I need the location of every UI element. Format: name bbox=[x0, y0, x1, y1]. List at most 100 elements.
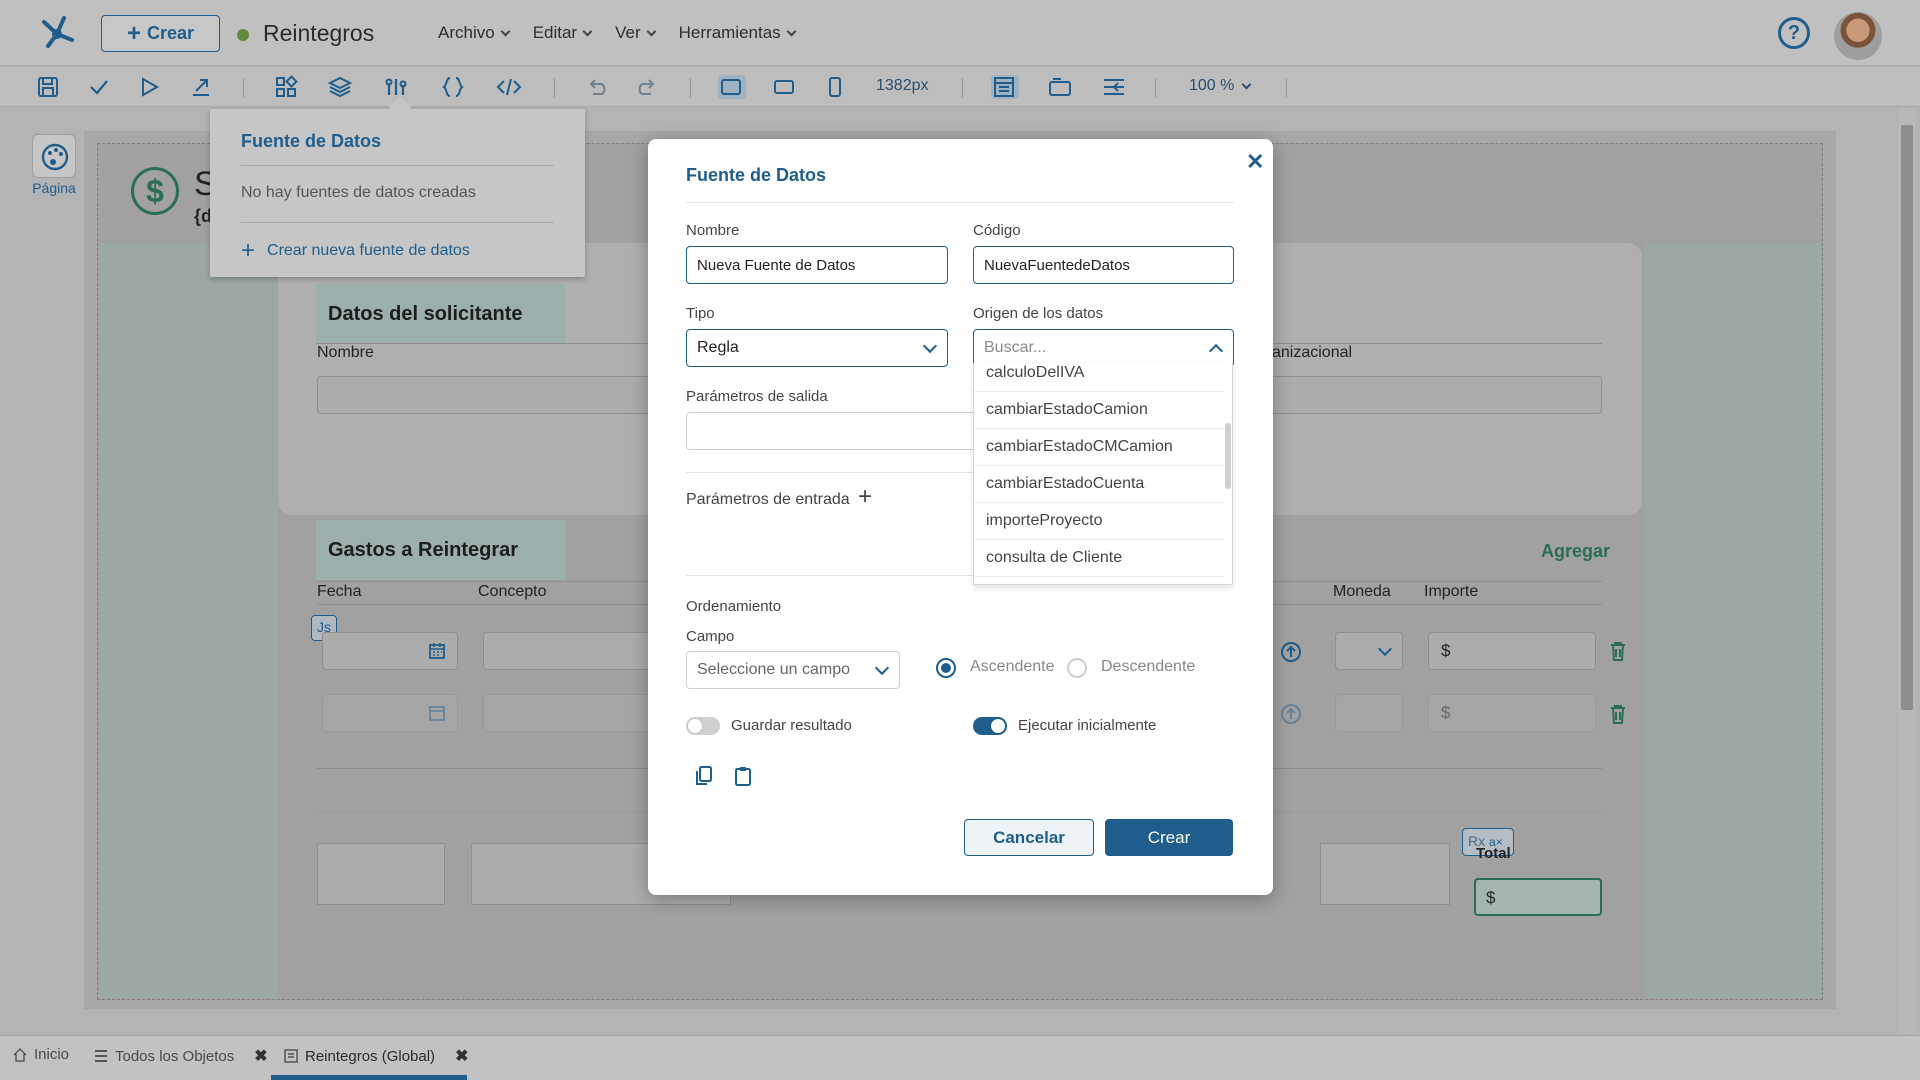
page-style-label: Página bbox=[32, 180, 76, 196]
toolbar-divider bbox=[243, 78, 244, 98]
menu-herramientas[interactable]: Herramientas bbox=[679, 23, 797, 43]
dropdown-option[interactable]: cambiarEstadoCuenta bbox=[974, 466, 1224, 503]
campo-select[interactable]: Seleccione un campo bbox=[686, 651, 900, 689]
tab-todos-label: Todos los Objetos bbox=[115, 1047, 235, 1065]
palette-icon bbox=[41, 143, 69, 171]
chevron-down-icon bbox=[500, 26, 511, 36]
moneda-select[interactable] bbox=[1335, 694, 1403, 732]
dropdown-option[interactable]: cambiarEstadoCMCamion bbox=[974, 429, 1224, 466]
code-icon[interactable] bbox=[496, 75, 522, 99]
upload-icon[interactable] bbox=[1279, 640, 1303, 664]
add-parameter-icon[interactable]: + bbox=[858, 483, 872, 511]
close-tab-icon[interactable]: ✖ bbox=[254, 1046, 267, 1066]
concepto-field[interactable] bbox=[483, 694, 653, 732]
frame-icon[interactable] bbox=[1047, 75, 1073, 99]
canvas-width-readout[interactable]: 1382px bbox=[876, 77, 929, 95]
create-submit-button[interactable]: Crear bbox=[1105, 819, 1233, 856]
menu-ver-label: Ver bbox=[615, 23, 641, 42]
modal-title: Fuente de Datos bbox=[686, 165, 827, 185]
chevron-down-icon bbox=[1241, 79, 1252, 89]
layers-icon[interactable] bbox=[327, 75, 353, 99]
nombre-input[interactable]: Nueva Fuente de Datos bbox=[686, 246, 948, 284]
menu-archivo[interactable]: Archivo bbox=[438, 23, 511, 43]
help-icon[interactable]: ? bbox=[1778, 17, 1810, 49]
cancel-button[interactable]: Cancelar bbox=[964, 819, 1094, 856]
menu-ver[interactable]: Ver bbox=[615, 23, 657, 43]
orden-label: Ordenamiento bbox=[686, 598, 782, 615]
trash-icon[interactable] bbox=[1609, 641, 1627, 661]
codigo-input[interactable]: NuevaFuentedeDatos bbox=[973, 246, 1234, 284]
create-data-source-link[interactable]: + Crear nueva fuente de datos bbox=[241, 239, 470, 263]
tipo-label: Tipo bbox=[686, 305, 715, 322]
components-icon[interactable] bbox=[273, 75, 299, 99]
dropdown-option[interactable]: cambiarEstadoCamion bbox=[974, 392, 1224, 429]
redo-icon[interactable] bbox=[634, 75, 660, 99]
tablet-view-icon[interactable] bbox=[771, 75, 797, 99]
divider bbox=[686, 575, 976, 576]
desktop-view-icon[interactable] bbox=[718, 75, 746, 99]
toolbar: 1382px 100 % bbox=[0, 67, 1920, 107]
copy-icon[interactable] bbox=[694, 765, 714, 787]
close-icon[interactable]: ✕ bbox=[1246, 149, 1264, 175]
align-icon[interactable] bbox=[1101, 75, 1127, 99]
app-title: Reintegros bbox=[263, 20, 375, 46]
tab-inicio-label: Inicio bbox=[34, 1046, 70, 1063]
play-icon[interactable] bbox=[136, 75, 162, 99]
undo-icon[interactable] bbox=[584, 75, 610, 99]
section-applicant-title[interactable]: Datos del solicitante bbox=[316, 284, 565, 344]
data-source-icon[interactable] bbox=[383, 75, 409, 99]
avatar[interactable] bbox=[1834, 12, 1882, 60]
dropdown-option[interactable]: consulta de Cliente bbox=[974, 540, 1224, 577]
dropdown-scrollbar[interactable] bbox=[1225, 423, 1231, 489]
mobile-view-icon[interactable] bbox=[822, 75, 848, 99]
ascendente-label: Ascendente bbox=[970, 658, 1055, 675]
tab-inicio[interactable]: Inicio bbox=[12, 1046, 69, 1063]
toolbar-divider bbox=[1155, 78, 1156, 98]
menu-editar[interactable]: Editar bbox=[533, 23, 593, 43]
create-button[interactable]: + Crear bbox=[101, 15, 220, 52]
tipo-select[interactable]: Regla bbox=[686, 329, 948, 367]
bottom-tab-bar: Inicio Todos los Objetos ✖ Reintegros (G… bbox=[0, 1035, 1920, 1080]
ejecutar-toggle[interactable] bbox=[973, 717, 1007, 735]
tab-todos-los-objetos[interactable]: Todos los Objetos ✖ bbox=[93, 1046, 268, 1066]
importe-field[interactable]: $ bbox=[1428, 632, 1596, 670]
add-row-link[interactable]: Agregar bbox=[1541, 541, 1610, 562]
page-style-button[interactable] bbox=[32, 134, 76, 178]
salida-input[interactable] bbox=[686, 412, 976, 450]
guardar-toggle[interactable] bbox=[686, 717, 720, 735]
scrollbar-thumb[interactable] bbox=[1901, 125, 1913, 710]
paste-icon[interactable] bbox=[733, 765, 753, 787]
chevron-down-icon bbox=[874, 660, 890, 676]
origen-search-input[interactable]: Buscar... bbox=[973, 329, 1234, 367]
app-logo-icon[interactable] bbox=[34, 12, 80, 54]
publish-icon[interactable] bbox=[188, 75, 214, 99]
radio-descendente[interactable] bbox=[1067, 658, 1087, 678]
radio-ascendente[interactable] bbox=[936, 658, 956, 678]
tab-reintegros[interactable]: Reintegros (Global) ✖ bbox=[283, 1046, 468, 1066]
trash-icon[interactable] bbox=[1609, 704, 1627, 724]
popover-title: Fuente de Datos bbox=[241, 131, 382, 151]
close-tab-icon[interactable]: ✖ bbox=[455, 1046, 468, 1066]
braces-icon[interactable] bbox=[440, 75, 466, 99]
toolbar-divider bbox=[690, 78, 691, 98]
dropdown-option[interactable]: calculoDelIVA bbox=[974, 363, 1224, 392]
ejecutar-label: Ejecutar inicialmente bbox=[1018, 717, 1157, 734]
save-icon[interactable] bbox=[35, 75, 61, 99]
dollar-icon: $ bbox=[131, 167, 179, 215]
upload-icon[interactable] bbox=[1279, 702, 1303, 726]
calendar-icon[interactable] bbox=[428, 704, 446, 722]
descendente-label: Descendente bbox=[1101, 658, 1196, 675]
importe-field[interactable]: $ bbox=[1428, 694, 1596, 732]
zoom-value: 100 % bbox=[1189, 77, 1235, 94]
form-icon bbox=[284, 1049, 298, 1063]
check-icon[interactable] bbox=[86, 75, 112, 99]
total-field[interactable]: $ bbox=[1474, 878, 1602, 916]
dropdown-option[interactable]: importeProyecto bbox=[974, 503, 1224, 540]
layout-icon[interactable] bbox=[991, 75, 1019, 99]
zoom-select[interactable]: 100 % bbox=[1189, 77, 1252, 95]
list-icon bbox=[95, 1050, 107, 1062]
calendar-icon[interactable] bbox=[428, 642, 446, 660]
concepto-field[interactable] bbox=[483, 632, 653, 670]
section-expenses-title[interactable]: Gastos a Reintegrar bbox=[316, 520, 565, 580]
moneda-select[interactable] bbox=[1335, 632, 1403, 670]
